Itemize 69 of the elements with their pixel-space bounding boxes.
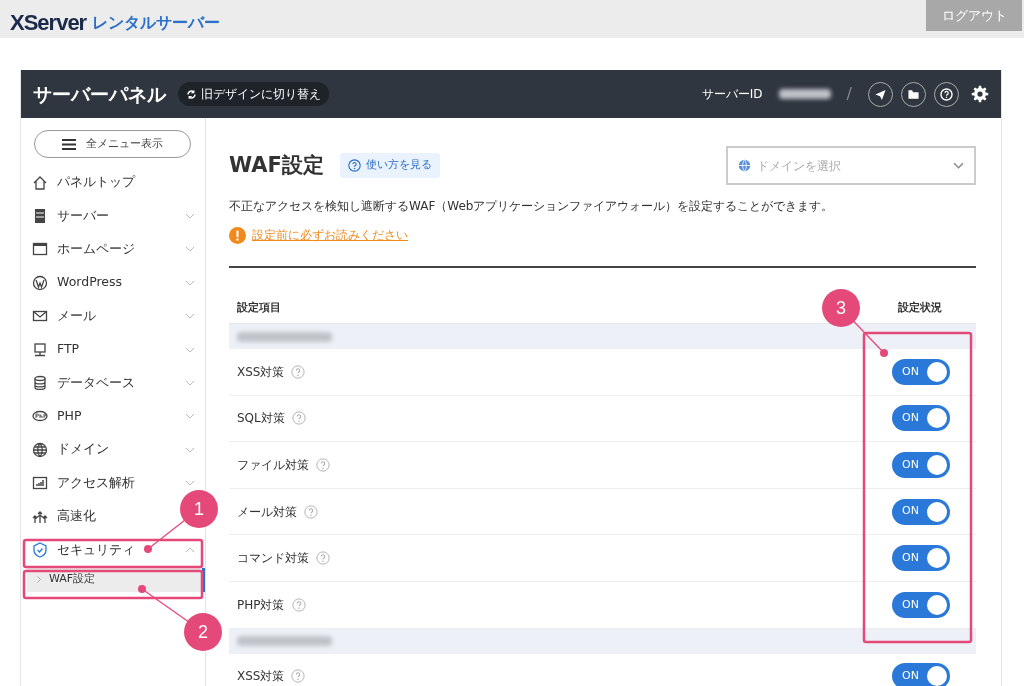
toggle-switch[interactable]: ON xyxy=(892,663,950,686)
warning-icon xyxy=(229,226,246,244)
refresh-icon xyxy=(186,88,197,100)
sidebar-item[interactable]: メール xyxy=(21,299,205,333)
sidebar-item[interactable]: 高速化 xyxy=(21,499,106,534)
sidebar-item[interactable]: ホームページ xyxy=(21,232,205,267)
setting-label: コマンド対策 xyxy=(237,550,309,568)
chevron-down-icon xyxy=(185,313,195,320)
chevron-down-icon xyxy=(185,346,195,353)
sidebar-item[interactable]: サーバー xyxy=(21,199,205,233)
sidebar-item[interactable]: セキュリティ xyxy=(21,533,205,567)
setting-label: SQL対策 xyxy=(237,410,285,428)
sidebar-item[interactable]: パネルトップ xyxy=(21,166,145,200)
chevron-up-icon xyxy=(185,547,195,553)
page-title: WAF設定 xyxy=(229,151,324,179)
sidebar-item[interactable]: FTP xyxy=(21,332,205,367)
callout-number: 1 xyxy=(180,490,218,528)
settings-icon[interactable] xyxy=(971,85,989,103)
chevron-down-icon xyxy=(185,213,195,220)
chevron-down-icon xyxy=(185,446,195,453)
toggle-switch[interactable]: ON xyxy=(892,498,950,525)
chevron-down-icon xyxy=(185,279,195,286)
chevron-down-icon xyxy=(185,480,195,487)
wordpress-icon xyxy=(32,274,48,291)
sidebar-item[interactable]: WordPress xyxy=(21,266,205,300)
domain-placeholder: ドメインを選択 xyxy=(757,157,841,175)
globe-icon xyxy=(32,441,48,458)
switch-design-button[interactable]: 旧デザインに切り替え xyxy=(178,82,329,106)
menu-icon xyxy=(62,138,76,150)
sidebar-item[interactable]: データベース xyxy=(21,366,205,400)
help-icon xyxy=(347,159,361,172)
browser-window-icon xyxy=(32,241,48,258)
toggle-switch[interactable]: ON xyxy=(892,405,950,432)
help-button[interactable]: 使い方を見る xyxy=(339,153,440,178)
server-icon xyxy=(32,208,48,225)
setting-label: XSS対策 xyxy=(237,668,285,686)
column-header: 設定状況 xyxy=(898,300,942,316)
column-header: 設定項目 xyxy=(237,300,281,316)
monitor-icon xyxy=(32,341,48,358)
chevron-down-icon xyxy=(185,380,195,387)
toggle-switch[interactable]: ON xyxy=(892,545,950,572)
database-icon xyxy=(32,375,48,392)
shield-icon xyxy=(32,542,48,558)
logo-subtitle: レンタルサーバー xyxy=(92,11,221,34)
callout-number: 2 xyxy=(184,613,222,651)
setting-label: ファイル対策 xyxy=(237,457,309,474)
toggle-switch[interactable]: ON xyxy=(892,452,950,478)
sidebar-item[interactable]: PHP xyxy=(21,399,205,434)
chevron-down-icon xyxy=(953,162,964,169)
all-menu-button[interactable]: 全メニュー表示 xyxy=(34,130,191,158)
logo-text: XServer xyxy=(10,9,87,37)
chevron-down-icon xyxy=(185,246,195,253)
sidebar-item[interactable]: ドメイン xyxy=(21,433,205,467)
chevron-down-icon xyxy=(185,413,195,420)
chevron-right-icon xyxy=(37,576,41,584)
description-text: 不正なアクセスを検知し遮断するWAF（Webアプリケーションファイアウォール）を設定することができます。 xyxy=(229,198,835,215)
setting-label: PHP対策 xyxy=(237,596,285,614)
toggle-switch[interactable]: ON xyxy=(892,358,950,385)
globe-icon xyxy=(738,159,751,172)
blurred-server-id xyxy=(778,89,831,99)
chart-icon xyxy=(32,475,48,492)
separator: / xyxy=(846,83,852,105)
setting-label: XSS対策 xyxy=(237,363,285,381)
setting-label: メール対策 xyxy=(237,503,297,521)
panel-title: サーバーパネル xyxy=(33,81,166,107)
toggle-switch[interactable]: ON xyxy=(892,591,950,618)
home-icon xyxy=(32,174,48,191)
server-id-label: サーバーID xyxy=(701,86,763,103)
callout-number: 3 xyxy=(822,289,860,327)
